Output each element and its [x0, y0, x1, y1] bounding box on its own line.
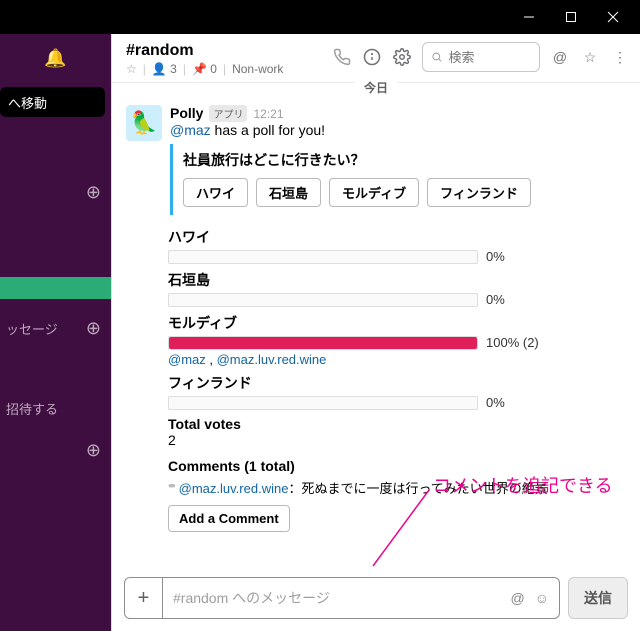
- plus-icon: ⊕: [86, 440, 101, 461]
- window-titlebar: [0, 0, 640, 34]
- poll-question: 社員旅行はどこに行きたい？: [183, 150, 626, 170]
- plus-icon: ⊕: [86, 182, 101, 203]
- voter-link[interactable]: @maz: [168, 352, 206, 367]
- pin-count[interactable]: 📌 0: [192, 62, 217, 76]
- mentions-icon[interactable]: @: [550, 47, 570, 67]
- comment-row: ••• @maz.luv.red.wine：死ぬまでに一度は行ってみたい世界の絶…: [168, 478, 626, 497]
- window-close-icon[interactable]: [606, 10, 620, 24]
- comment-author[interactable]: @maz.luv.red.wine: [179, 481, 289, 496]
- composer-mention-icon[interactable]: @: [510, 590, 524, 606]
- poll-option-button[interactable]: モルディブ: [329, 178, 419, 207]
- notifications-bell-icon[interactable]: 🔔: [44, 48, 66, 69]
- poll-results: ハワイ 0% 石垣島 0% モルディブ 100% (2) @maz , @maz…: [126, 227, 626, 410]
- search-icon: [431, 50, 443, 64]
- result-label: モルディブ: [168, 313, 626, 333]
- main-panel: #random ☆ | 👤 3 | 📌 0 | Non-work: [111, 34, 640, 631]
- more-menu-icon[interactable]: ⋮: [610, 47, 630, 67]
- message-composer[interactable]: + #random へのメッセージ @ ☺: [124, 577, 560, 619]
- total-votes-label: Total votes: [168, 416, 626, 432]
- result-bar: [168, 336, 478, 350]
- send-button[interactable]: 送信: [568, 577, 628, 619]
- search-input[interactable]: [449, 50, 531, 65]
- add-comment-button[interactable]: Add a Comment: [168, 505, 290, 532]
- result-label: フィンランド: [168, 373, 626, 393]
- poll-option-button[interactable]: ハワイ: [183, 178, 248, 207]
- channel-header: #random ☆ | 👤 3 | 📌 0 | Non-work: [112, 34, 640, 83]
- info-icon[interactable]: [362, 47, 382, 67]
- star-icon[interactable]: ☆: [126, 62, 137, 76]
- mention-link[interactable]: @maz: [170, 122, 211, 138]
- sidebar-section-add-2[interactable]: ⊕: [0, 435, 111, 465]
- composer-attach-icon[interactable]: +: [125, 578, 163, 618]
- plus-icon: ⊕: [86, 318, 101, 339]
- result-bar: [168, 250, 478, 264]
- star-channel-icon[interactable]: ☆: [580, 47, 600, 67]
- poll-option-button[interactable]: 石垣島: [256, 178, 321, 207]
- sidebar-section-add-1[interactable]: ⊕: [0, 177, 111, 207]
- voter-link[interactable]: @maz.luv.red.wine: [217, 352, 327, 367]
- window-minimize-icon[interactable]: [522, 10, 536, 24]
- sidebar-invite[interactable]: 招待する: [0, 393, 111, 423]
- message-author[interactable]: Polly: [170, 105, 203, 121]
- composer-emoji-icon[interactable]: ☺: [535, 590, 549, 606]
- poll-block: 社員旅行はどこに行きたい？ ハワイ 石垣島 モルディブ フィンランド: [170, 144, 626, 215]
- message-text: @maz has a poll for you!: [170, 122, 626, 138]
- sidebar: 🔔 へ移動 ⊕ ッセージ⊕ 招待する ⊕: [0, 34, 111, 631]
- app-badge: アプリ: [209, 105, 247, 122]
- result-bar: [168, 293, 478, 307]
- member-count[interactable]: 👤 3: [152, 62, 177, 76]
- channel-topic[interactable]: Non-work: [232, 62, 283, 76]
- search-box[interactable]: [422, 42, 540, 72]
- total-votes-value: 2: [168, 432, 626, 448]
- message-timestamp: 12:21: [253, 107, 283, 121]
- comment-icon: •••: [168, 478, 173, 493]
- sidebar-active-channel[interactable]: [0, 277, 111, 299]
- channel-name[interactable]: #random: [126, 42, 332, 60]
- bot-avatar[interactable]: 🦜: [126, 105, 162, 141]
- comment-text: ：死ぬまでに一度は行ってみたい世界の絶景: [288, 481, 547, 496]
- settings-gear-icon[interactable]: [392, 47, 412, 67]
- date-divider: 今日: [112, 81, 640, 101]
- composer-placeholder[interactable]: #random へのメッセージ: [163, 588, 510, 608]
- result-label: 石垣島: [168, 270, 626, 290]
- window-maximize-icon[interactable]: [564, 10, 578, 24]
- result-bar: [168, 396, 478, 410]
- comments-title: Comments (1 total): [168, 458, 626, 474]
- result-voters: @maz , @maz.luv.red.wine: [168, 352, 626, 367]
- result-label: ハワイ: [168, 227, 626, 247]
- phone-icon[interactable]: [332, 47, 352, 67]
- sidebar-messages[interactable]: ッセージ⊕: [0, 313, 111, 343]
- sidebar-jump-to[interactable]: へ移動: [0, 87, 105, 117]
- poll-option-button[interactable]: フィンランド: [427, 178, 531, 207]
